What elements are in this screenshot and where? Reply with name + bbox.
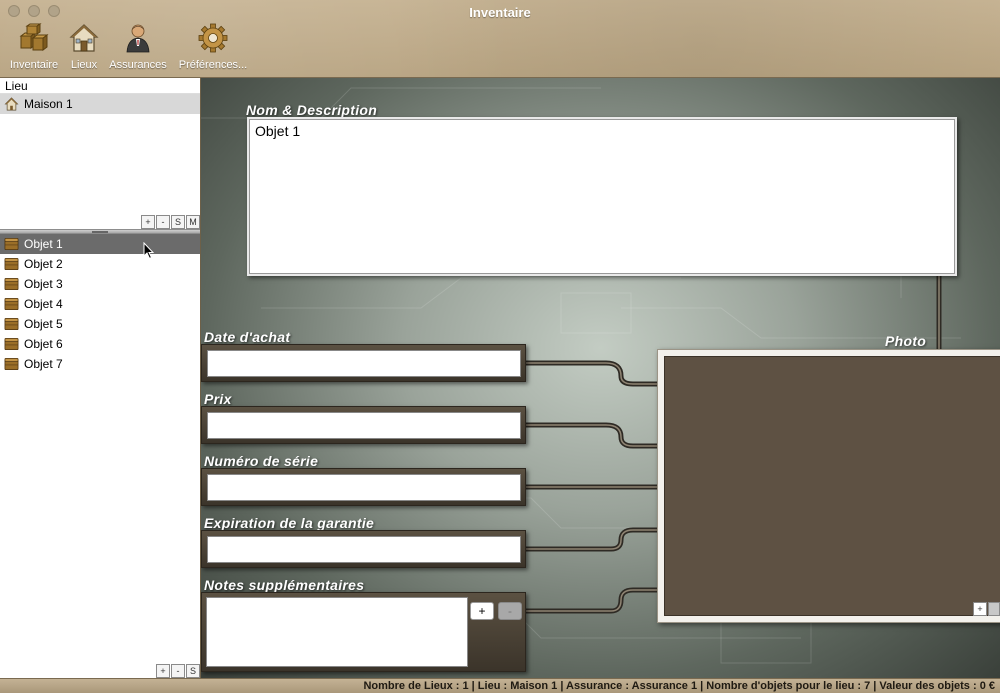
objets-actions: + - S (156, 664, 201, 678)
remove-objet-button[interactable]: - (171, 664, 185, 678)
toolbar-lieux-label: Lieux (70, 59, 98, 71)
toolbar-lieux-button[interactable]: Lieux (63, 22, 105, 74)
objet-item-label: Objet 4 (24, 297, 63, 311)
objet-item-label: Objet 7 (24, 357, 63, 371)
m-lieu-button[interactable]: M (186, 215, 200, 229)
lieu-item[interactable]: Maison 1 (0, 94, 200, 114)
lieu-item-label: Maison 1 (24, 97, 73, 111)
box-icon (4, 318, 19, 330)
box-icon (4, 298, 19, 310)
toolbar-inventaire-label: Inventaire (9, 59, 59, 71)
toolbar-preferences-button[interactable]: Préférences... (175, 22, 251, 74)
price-input[interactable] (207, 412, 521, 439)
lieu-column-header[interactable]: Lieu (0, 78, 200, 94)
objet-item[interactable]: Objet 3 (0, 274, 200, 294)
toolbar-assurances-label: Assurances (109, 59, 167, 71)
date-input[interactable] (207, 350, 521, 377)
name-label: Nom & Description (246, 102, 378, 118)
photo-well[interactable] (664, 356, 1000, 616)
detail-panel: Nom & Description Objet 1 Date d'achat P… (201, 78, 1000, 678)
mouse-cursor-icon (143, 242, 155, 260)
toolbar-preferences-label: Préférences... (178, 59, 248, 71)
objet-item-label: Objet 3 (24, 277, 63, 291)
objet-item-label: Objet 2 (24, 257, 63, 271)
box-icon (4, 238, 19, 250)
price-label: Prix (204, 391, 232, 407)
gear-icon (198, 23, 228, 53)
objet-item[interactable]: Objet 1 (0, 234, 200, 254)
photo-add-button[interactable]: + (973, 602, 987, 616)
objet-item[interactable]: Objet 6 (0, 334, 200, 354)
sidebar: Lieu Maison 1 + - S M Objet 1 Objet 2 Obje… (0, 78, 201, 678)
date-frame (201, 344, 526, 382)
box-icon (4, 278, 19, 290)
toolbar-inventaire-button[interactable]: Inventaire (5, 22, 63, 74)
objet-item[interactable]: Objet 4 (0, 294, 200, 314)
status-text: Nombre de Lieux : 1 | Lieu : Maison 1 | … (363, 680, 995, 692)
notes-add-button[interactable]: + (470, 602, 494, 620)
serial-frame (201, 468, 526, 506)
photo-frame (657, 349, 1000, 623)
serial-label: Numéro de série (204, 453, 319, 469)
notes-label: Notes supplémentaires (204, 577, 365, 593)
warranty-label: Expiration de la garantie (204, 515, 375, 531)
title-bar: Inventaire Inventaire Lieux Assurances P… (0, 0, 1000, 78)
serial-input[interactable] (207, 474, 521, 501)
notes-remove-button[interactable]: - (498, 602, 522, 620)
house-icon (69, 24, 99, 52)
s-objet-button[interactable]: S (186, 664, 200, 678)
price-frame (201, 406, 526, 444)
date-label: Date d'achat (204, 329, 291, 345)
window-title: Inventaire (469, 5, 531, 20)
house-icon (4, 97, 19, 111)
objet-item[interactable]: Objet 7 (0, 354, 200, 374)
status-bar: Nombre de Lieux : 1 | Lieu : Maison 1 | … (0, 678, 1000, 693)
remove-lieu-button[interactable]: - (156, 215, 170, 229)
objet-item[interactable]: Objet 2 (0, 254, 200, 274)
notes-textarea[interactable] (206, 597, 468, 667)
photo-label: Photo (885, 333, 927, 349)
boxes-icon (19, 23, 49, 51)
name-description-field[interactable]: Objet 1 (247, 117, 957, 276)
box-icon (4, 338, 19, 350)
warranty-input[interactable] (207, 536, 521, 563)
photo-remove-button[interactable] (988, 602, 1000, 616)
add-objet-button[interactable]: + (156, 664, 170, 678)
lieux-actions: + - S M (141, 215, 201, 229)
objet-item-label: Objet 1 (24, 237, 63, 251)
notes-frame: + - (201, 592, 526, 672)
warranty-frame (201, 530, 526, 568)
objet-item-label: Objet 6 (24, 337, 63, 351)
objet-item-label: Objet 5 (24, 317, 63, 331)
box-icon (4, 358, 19, 370)
box-icon (4, 258, 19, 270)
s-lieu-button[interactable]: S (171, 215, 185, 229)
agent-icon (126, 24, 150, 53)
add-lieu-button[interactable]: + (141, 215, 155, 229)
toolbar-assurances-button[interactable]: Assurances (106, 22, 170, 74)
objet-item[interactable]: Objet 5 (0, 314, 200, 334)
